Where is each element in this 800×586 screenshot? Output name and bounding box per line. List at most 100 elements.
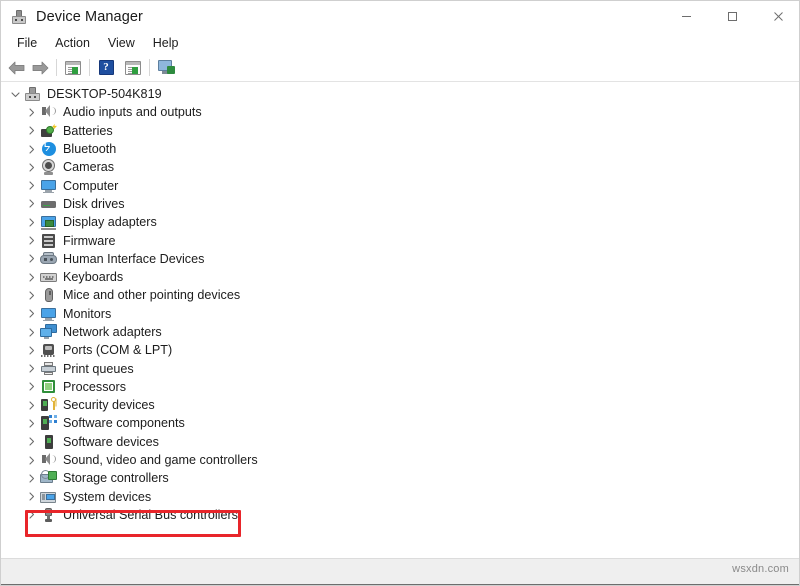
tree-item-label: Display adapters xyxy=(63,214,157,230)
tree-item-label: Universal Serial Bus controllers xyxy=(63,507,238,523)
tree-item-mice-and-other-pointing-devices[interactable]: Mice and other pointing devices xyxy=(1,286,800,304)
tree-item-sound-video-and-game-controllers[interactable]: Sound, video and game controllers xyxy=(1,451,800,469)
tree-item-print-queues[interactable]: Print queues xyxy=(1,359,800,377)
chevron-right-icon[interactable] xyxy=(23,470,39,486)
tree-root-label: DESKTOP-504K819 xyxy=(47,86,162,102)
chevron-right-icon[interactable] xyxy=(23,306,39,322)
tree-item-label: Software components xyxy=(63,415,185,431)
tree-item-label: Disk drives xyxy=(63,196,125,212)
chevron-right-icon[interactable] xyxy=(23,104,39,120)
tree-item-label: Ports (COM & LPT) xyxy=(63,342,172,358)
tree-root-node[interactable]: DESKTOP-504K819 xyxy=(1,85,800,103)
software-component-icon xyxy=(40,415,57,431)
menu-bar: File Action View Help xyxy=(1,32,800,54)
firmware-chip-icon xyxy=(40,233,57,249)
chevron-right-icon[interactable] xyxy=(23,415,39,431)
chevron-right-icon[interactable] xyxy=(23,178,39,194)
tree-item-processors[interactable]: Processors xyxy=(1,378,800,396)
menu-item-action[interactable]: Action xyxy=(46,34,99,53)
tree-item-label: Audio inputs and outputs xyxy=(63,104,202,120)
keyboard-icon xyxy=(40,269,57,285)
tree-item-universal-serial-bus-controllers[interactable]: Universal Serial Bus controllers xyxy=(1,506,800,524)
chevron-right-icon[interactable] xyxy=(23,507,39,523)
tree-item-ports-com-and-lpt[interactable]: Ports (COM & LPT) xyxy=(1,341,800,359)
chevron-right-icon[interactable] xyxy=(23,397,39,413)
tree-item-storage-controllers[interactable]: Storage controllers xyxy=(1,469,800,487)
chevron-right-icon[interactable] xyxy=(23,379,39,395)
tree-item-firmware[interactable]: Firmware xyxy=(1,231,800,249)
tree-item-software-devices[interactable]: Software devices xyxy=(1,433,800,451)
scan-monitor-icon xyxy=(158,60,175,75)
tree-item-keyboards[interactable]: Keyboards xyxy=(1,268,800,286)
chevron-right-icon[interactable] xyxy=(23,342,39,358)
computer-root-icon xyxy=(24,86,41,102)
properties-button[interactable] xyxy=(61,56,85,79)
window-controls xyxy=(663,1,800,32)
minimize-button[interactable] xyxy=(663,1,709,32)
tree-item-disk-drives[interactable]: Disk drives xyxy=(1,195,800,213)
tree-item-security-devices[interactable]: Security devices xyxy=(1,396,800,414)
tree-item-audio-inputs-and-outputs[interactable]: Audio inputs and outputs xyxy=(1,103,800,121)
tree-item-computer[interactable]: Computer xyxy=(1,176,800,194)
chevron-right-icon[interactable] xyxy=(23,434,39,450)
tree-item-label: Security devices xyxy=(63,397,155,413)
menu-item-file[interactable]: File xyxy=(8,34,46,53)
tree-item-label: Human Interface Devices xyxy=(63,251,204,267)
chevron-right-icon[interactable] xyxy=(23,489,39,505)
device-tree: DESKTOP-504K819 Audio inputs and outputs… xyxy=(1,82,800,524)
forward-button[interactable] xyxy=(28,56,52,79)
software-device-icon xyxy=(40,434,57,450)
tree-item-label: Keyboards xyxy=(63,269,123,285)
tree-item-system-devices[interactable]: System devices xyxy=(1,488,800,506)
close-button[interactable] xyxy=(755,1,800,32)
device-manager-window: Device Manager File Action xyxy=(0,0,800,586)
tree-item-label: Batteries xyxy=(63,123,113,139)
tree-item-network-adapters[interactable]: Network adapters xyxy=(1,323,800,341)
chevron-right-icon[interactable] xyxy=(23,233,39,249)
menu-item-help[interactable]: Help xyxy=(144,34,188,53)
update-driver-button[interactable] xyxy=(121,56,145,79)
scan-hardware-changes-button[interactable] xyxy=(154,56,178,79)
device-tree-panel: DESKTOP-504K819 Audio inputs and outputs… xyxy=(1,82,800,558)
tree-item-label: Cameras xyxy=(63,159,114,175)
tree-item-batteries[interactable]: Batteries xyxy=(1,122,800,140)
tree-item-label: System devices xyxy=(63,489,151,505)
tree-item-label: Storage controllers xyxy=(63,470,169,486)
chevron-right-icon[interactable] xyxy=(23,287,39,303)
speaker-icon xyxy=(40,104,57,120)
chevron-right-icon[interactable] xyxy=(23,251,39,267)
maximize-button[interactable] xyxy=(709,1,755,32)
monitor-icon xyxy=(40,306,57,322)
window-title: Device Manager xyxy=(36,9,143,25)
status-bar xyxy=(1,558,800,585)
chevron-right-icon[interactable] xyxy=(23,361,39,377)
tree-item-label: Network adapters xyxy=(63,324,162,340)
tree-item-monitors[interactable]: Monitors xyxy=(1,305,800,323)
device-manager-icon xyxy=(11,9,27,25)
chevron-right-icon[interactable] xyxy=(23,141,39,157)
usb-icon xyxy=(40,507,57,523)
printer-icon xyxy=(40,361,57,377)
tree-item-cameras[interactable]: Cameras xyxy=(1,158,800,176)
chevron-right-icon[interactable] xyxy=(23,452,39,468)
tree-item-bluetooth[interactable]: ᔭ Bluetooth xyxy=(1,140,800,158)
tree-item-software-components[interactable]: Software components xyxy=(1,414,800,432)
right-arrow-icon xyxy=(32,61,49,75)
tree-item-label: Software devices xyxy=(63,434,159,450)
toolbar-separator xyxy=(89,59,90,76)
menu-item-view[interactable]: View xyxy=(99,34,144,53)
chevron-right-icon[interactable] xyxy=(23,196,39,212)
chevron-right-icon[interactable] xyxy=(23,123,39,139)
chevron-down-icon[interactable] xyxy=(7,86,23,102)
back-button[interactable] xyxy=(4,56,28,79)
tree-item-label: Print queues xyxy=(63,361,134,377)
chevron-right-icon[interactable] xyxy=(23,269,39,285)
chevron-right-icon[interactable] xyxy=(23,159,39,175)
help-button[interactable]: ? xyxy=(94,56,118,79)
mouse-icon xyxy=(40,287,57,303)
tree-item-human-interface-devices[interactable]: Human Interface Devices xyxy=(1,250,800,268)
chevron-right-icon[interactable] xyxy=(23,324,39,340)
chevron-right-icon[interactable] xyxy=(23,214,39,230)
tree-item-display-adapters[interactable]: Display adapters xyxy=(1,213,800,231)
monitor-icon xyxy=(40,178,57,194)
